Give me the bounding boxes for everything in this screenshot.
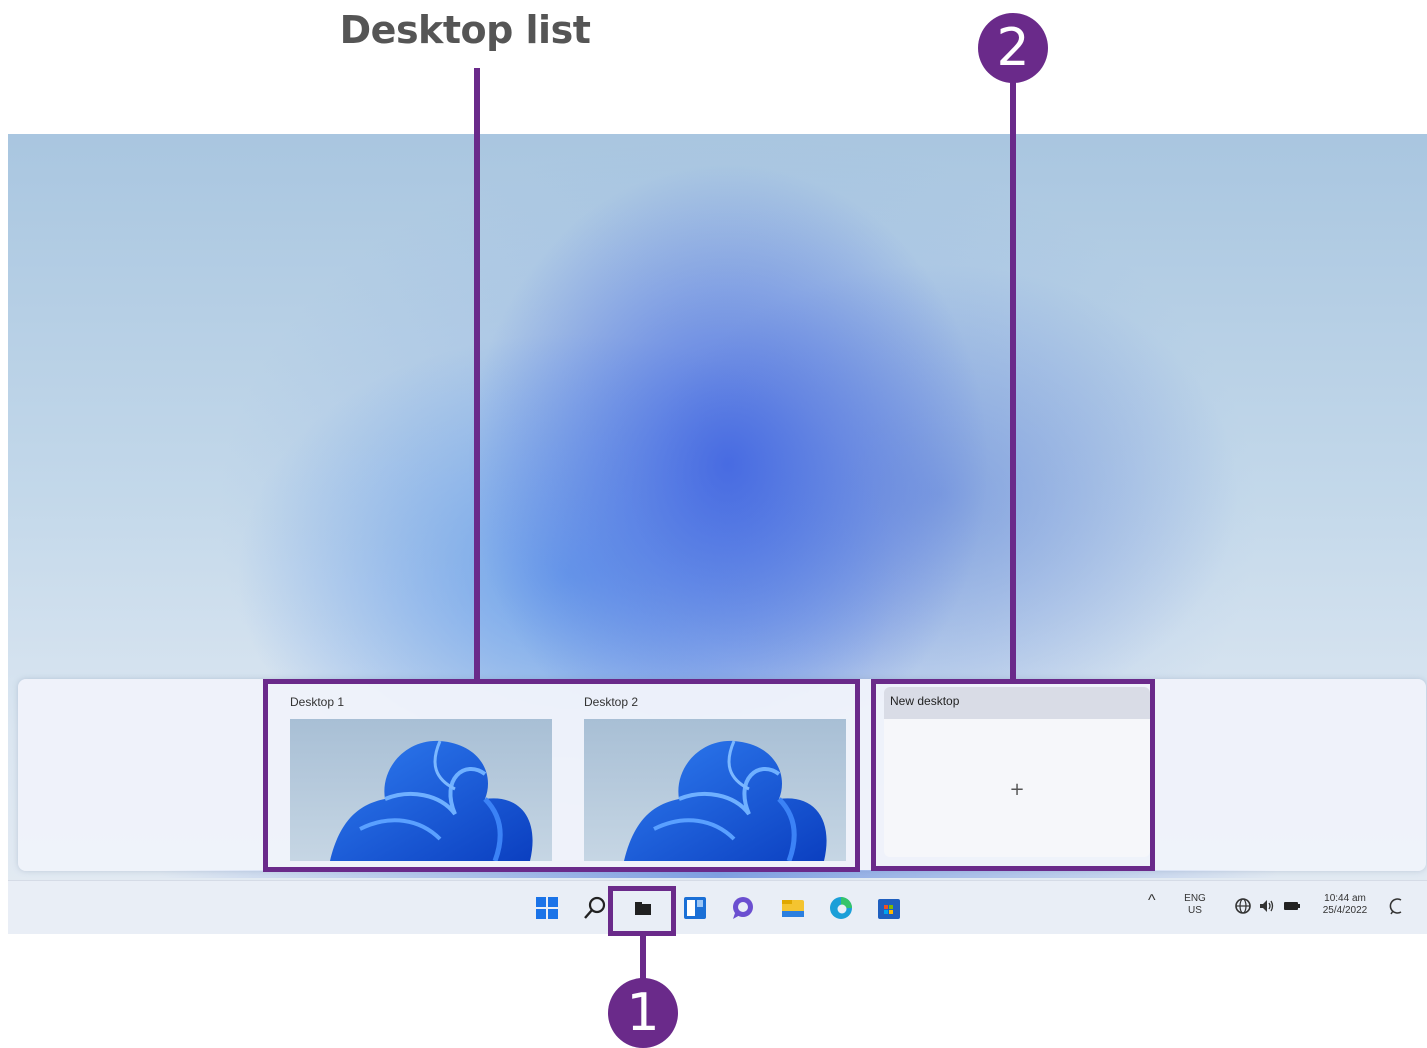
desktop-list-title: Desktop list	[339, 8, 591, 52]
desktop-card-1[interactable]: Desktop 1	[278, 687, 558, 865]
new-desktop-label: New desktop	[890, 694, 960, 708]
bloom-wallpaper-icon	[330, 740, 533, 861]
desktop-card-2[interactable]: Desktop 2	[572, 687, 852, 865]
page: Desktop 1 Desktop 2 New desktop + ^ ENG …	[0, 0, 1427, 1048]
clock-date: 25/4/2022	[1322, 905, 1368, 916]
file-explorer-icon[interactable]	[780, 895, 806, 921]
task-view-panel: Desktop 1 Desktop 2 New desktop +	[18, 679, 1426, 871]
windows-start-icon[interactable]	[534, 895, 560, 921]
bloom-wallpaper-icon	[624, 740, 827, 861]
clock[interactable]: 10:44 am 25/4/2022	[1314, 893, 1376, 917]
widgets-icon[interactable]	[682, 895, 708, 921]
network-icon[interactable]	[1234, 897, 1252, 915]
desktop-2-thumbnail[interactable]	[584, 719, 846, 861]
callout-line-desktop-list	[474, 68, 480, 684]
callout-badge-2: 2	[978, 13, 1048, 83]
desktop-1-label: Desktop 1	[290, 695, 345, 709]
new-desktop-button[interactable]: New desktop +	[884, 687, 1150, 857]
search-icon[interactable]	[582, 895, 608, 921]
desktop-2-label: Desktop 2	[584, 695, 639, 709]
new-desktop-header: New desktop	[884, 687, 1150, 719]
task-view-icon[interactable]	[630, 895, 656, 921]
language-indicator[interactable]: ENG US	[1180, 893, 1210, 917]
chat-icon[interactable]	[730, 895, 756, 921]
callout-badge-1: 1	[608, 978, 678, 1048]
language-bottom: US	[1188, 905, 1202, 916]
notification-icon[interactable]	[1388, 897, 1406, 915]
clock-time: 10:44 am	[1324, 893, 1366, 904]
taskbar: ^ ENG US 10:44 am 25/4/2022	[8, 880, 1427, 934]
edge-icon[interactable]	[828, 895, 854, 921]
chevron-up-icon[interactable]: ^	[1148, 893, 1156, 909]
language-top: ENG	[1184, 893, 1206, 904]
plus-icon[interactable]: +	[1002, 775, 1032, 805]
volume-icon[interactable]	[1258, 897, 1276, 915]
battery-icon[interactable]	[1282, 897, 1302, 915]
store-icon[interactable]	[876, 895, 902, 921]
desktop-1-thumbnail[interactable]	[290, 719, 552, 861]
taskbar-glow	[158, 870, 1278, 878]
callout-line-2	[1010, 80, 1016, 684]
desktop-screen: Desktop 1 Desktop 2 New desktop + ^ ENG …	[8, 134, 1427, 934]
